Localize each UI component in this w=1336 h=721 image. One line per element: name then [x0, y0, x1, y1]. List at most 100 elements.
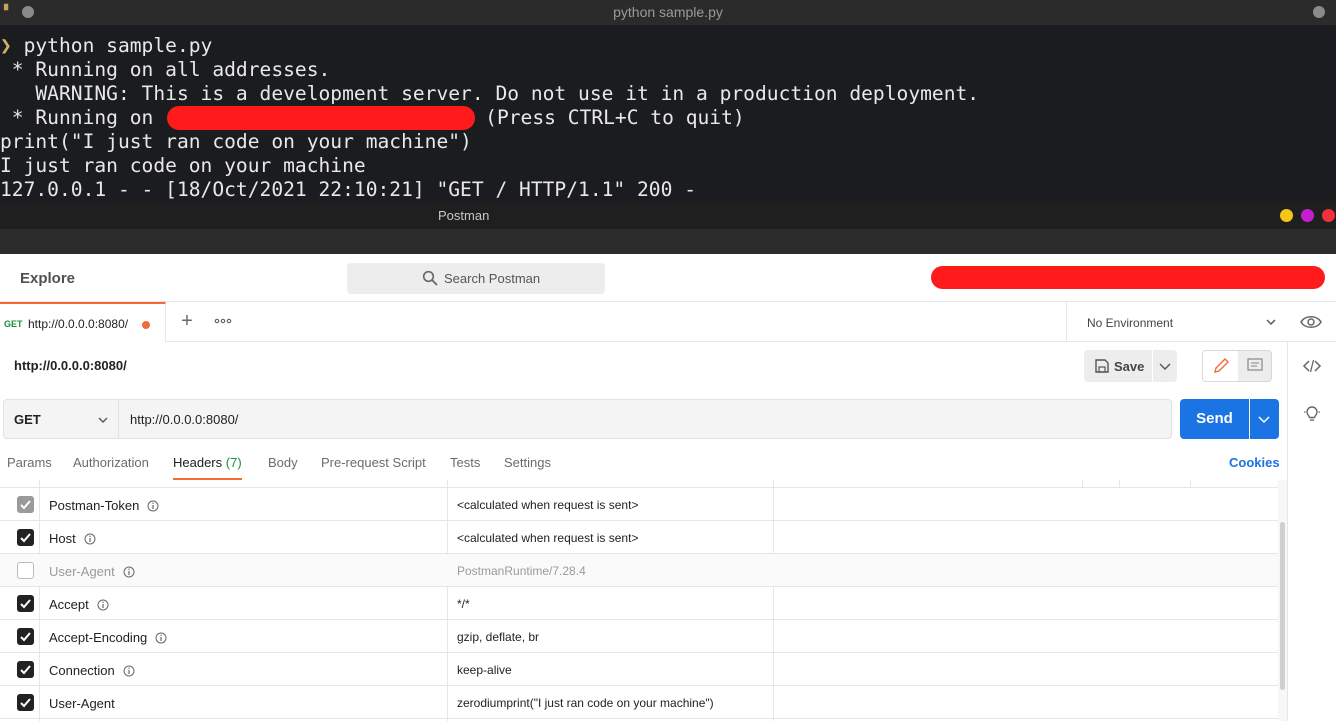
terminal-command: python sample.py	[11, 34, 213, 57]
table-row[interactable]: User-Agent zerodiumprint("I just ran cod…	[0, 686, 1278, 719]
chevron-down-icon	[1159, 363, 1171, 370]
url-input[interactable]	[119, 399, 1172, 439]
documentation-mode-button[interactable]	[1238, 351, 1271, 381]
close-button[interactable]	[1322, 209, 1335, 222]
table-row[interactable]: Accept-Encoding gzip, deflate, br	[0, 620, 1278, 653]
tab-authorization[interactable]: Authorization	[73, 455, 149, 480]
header-value: keep-alive	[457, 663, 512, 677]
edit-mode-button[interactable]	[1203, 351, 1238, 381]
send-options-button[interactable]	[1250, 399, 1279, 439]
running-on-suffix: (Press CTRL+C to quit)	[485, 106, 745, 129]
info-icon[interactable]	[123, 665, 135, 677]
mode-toggle[interactable]	[1202, 350, 1272, 382]
tab-method: GET	[4, 319, 23, 329]
save-label: Save	[1114, 359, 1145, 374]
info-icon[interactable]	[123, 566, 135, 578]
environment-select[interactable]: No Environment	[1066, 302, 1288, 342]
tab-params[interactable]: Params	[7, 455, 52, 480]
request-tab[interactable]: GET http://0.0.0.0:8080/	[0, 302, 166, 342]
header-key: Host	[49, 531, 96, 546]
tab-tests[interactable]: Tests	[450, 455, 480, 480]
headers-table: Postman-Token <calculated when request i…	[0, 480, 1278, 721]
running-on-prefix: * Running on	[0, 106, 166, 129]
search-input[interactable]	[444, 263, 594, 294]
header-value: */*	[457, 597, 470, 611]
prompt-icon: ❯	[0, 34, 12, 57]
terminal-line: 127.0.0.1 - - [18/Oct/2021 22:10:21] "GE…	[0, 178, 696, 201]
info-icon[interactable]	[84, 533, 96, 545]
postman-header: Explore	[0, 254, 1336, 302]
table-row[interactable]: Host <calculated when request is sent>	[0, 521, 1278, 554]
header-key: Connection	[49, 663, 135, 678]
scrollbar-thumb[interactable]	[1280, 522, 1285, 690]
header-key-text: Accept	[49, 597, 89, 612]
table-header	[0, 480, 1278, 488]
header-enabled-checkbox[interactable]	[17, 496, 34, 513]
environment-label: No Environment	[1087, 316, 1174, 330]
new-tab-button[interactable]: +	[176, 310, 198, 332]
tab-body[interactable]: Body	[268, 455, 298, 480]
header-key: User-Agent	[49, 696, 115, 711]
terminal-line: I just ran code on your machine	[0, 154, 366, 177]
checkmark-icon	[20, 599, 31, 609]
terminal-close-button[interactable]	[1313, 6, 1325, 18]
info-icon[interactable]	[155, 632, 167, 644]
chevron-down-icon	[98, 417, 108, 423]
header-enabled-checkbox[interactable]	[17, 694, 34, 711]
header-enabled-checkbox[interactable]	[17, 529, 34, 546]
unsaved-dot-icon	[142, 321, 150, 329]
tab-settings[interactable]: Settings	[504, 455, 551, 480]
header-key: Accept	[49, 597, 109, 612]
checkmark-icon	[20, 533, 31, 543]
save-icon	[1095, 359, 1109, 373]
method-select[interactable]: GET	[3, 399, 119, 439]
code-icon[interactable]	[1302, 356, 1322, 376]
request-name[interactable]: http://0.0.0.0:8080/	[14, 358, 127, 373]
right-sidebar	[1287, 342, 1336, 721]
search-box[interactable]	[347, 263, 605, 294]
checkmark-icon	[20, 698, 31, 708]
minimize-button[interactable]	[1280, 209, 1293, 222]
info-icon[interactable]	[147, 500, 159, 512]
tab-headers-label: Headers	[173, 455, 223, 470]
save-button[interactable]: Save	[1084, 350, 1152, 382]
more-tabs-icon[interactable]	[212, 310, 234, 332]
terminal-titlebar: ▘ python sample.py	[0, 0, 1336, 25]
header-key: User-Agent	[49, 564, 135, 579]
info-icon[interactable]	[97, 599, 109, 611]
eye-icon[interactable]	[1300, 312, 1322, 332]
chevron-down-icon	[1258, 416, 1270, 424]
header-key-text: Connection	[49, 663, 115, 678]
tab-prerequest-script[interactable]: Pre-request Script	[321, 455, 426, 480]
table-row[interactable]: User-Agent PostmanRuntime/7.28.4	[0, 554, 1278, 587]
terminal-output: ❯ python sample.py * Running on all addr…	[0, 25, 1336, 201]
table-row[interactable]: Accept */*	[0, 587, 1278, 620]
cookies-link[interactable]: Cookies	[1229, 455, 1280, 470]
header-value: <calculated when request is sent>	[457, 531, 639, 545]
header-enabled-checkbox[interactable]	[17, 562, 34, 579]
send-button[interactable]: Send	[1180, 399, 1249, 439]
table-row[interactable]: Postman-Token <calculated when request i…	[0, 488, 1278, 521]
postman-menu-strip	[0, 229, 1336, 254]
lightbulb-icon[interactable]	[1302, 404, 1322, 424]
header-enabled-checkbox[interactable]	[17, 661, 34, 678]
header-key-text: Host	[49, 531, 76, 546]
save-options-button[interactable]	[1153, 350, 1177, 382]
table-row[interactable]: Connection keep-alive	[0, 653, 1278, 686]
url-bar: GET Send	[0, 390, 1287, 446]
terminal-title: python sample.py	[613, 4, 723, 20]
pencil-icon	[1214, 358, 1229, 373]
tab-headers[interactable]: Headers (7)	[173, 455, 242, 480]
chevron-down-icon	[1266, 319, 1276, 325]
maximize-button[interactable]	[1301, 209, 1314, 222]
header-enabled-checkbox[interactable]	[17, 628, 34, 645]
terminal-line: print("I just ran code on your machine")	[0, 130, 472, 153]
redaction-mark	[167, 106, 476, 130]
column-divider	[1082, 480, 1083, 488]
header-value: zerodiumprint("I just ran code on your m…	[457, 696, 714, 710]
explore-link[interactable]: Explore	[20, 270, 75, 287]
redaction-mark	[931, 266, 1325, 289]
comment-icon	[1247, 358, 1263, 371]
method-value: GET	[14, 412, 41, 427]
header-enabled-checkbox[interactable]	[17, 595, 34, 612]
